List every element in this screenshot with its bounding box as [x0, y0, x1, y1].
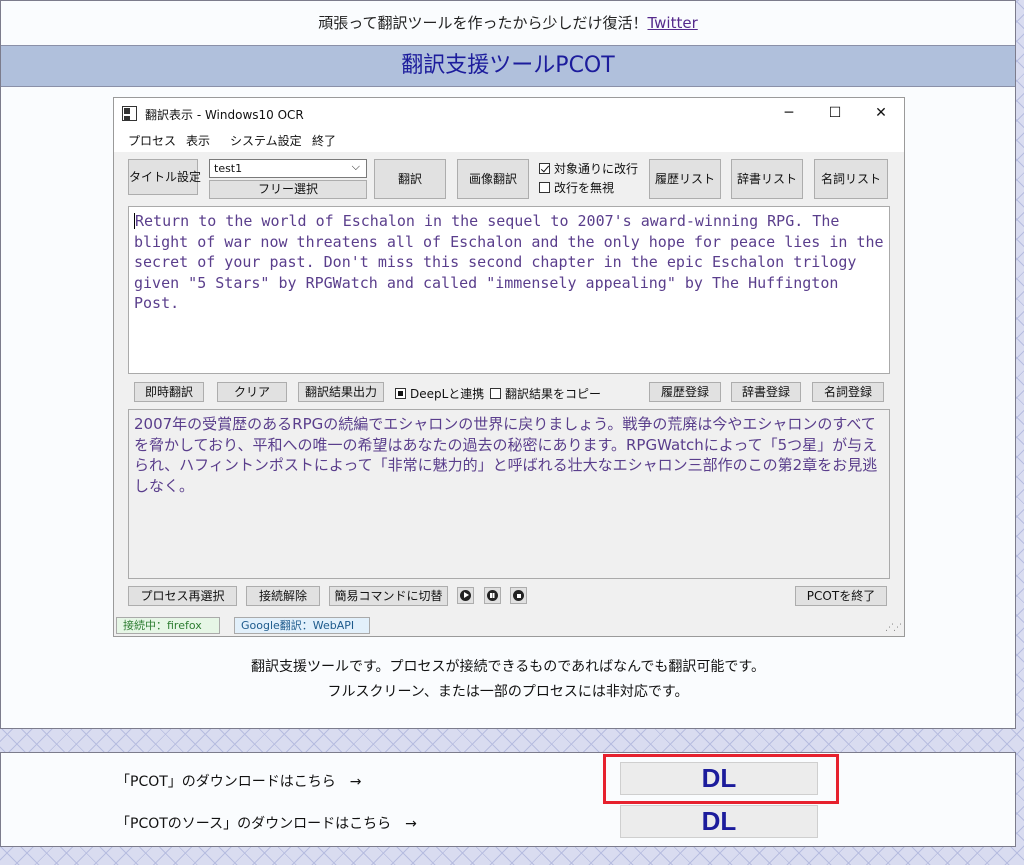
pause-button[interactable] [484, 587, 501, 604]
main-panel: 頑張って翻訳ツールを作ったから少しだけ復活！Twitter 翻訳支援ツールPCO… [0, 0, 1016, 729]
play-icon [460, 590, 471, 601]
pause-icon [487, 590, 498, 601]
page-title: 翻訳支援ツールPCOT [1, 45, 1015, 87]
copy-result-label: 翻訳結果をコピー [505, 387, 602, 401]
title-combo[interactable]: test1 ⌵ [209, 159, 367, 178]
resize-grip-icon[interactable]: ⋰⋰ [885, 623, 902, 633]
download-source-button[interactable]: DL [620, 805, 818, 838]
window-titlebar[interactable]: 翻訳表示 - Windows10 OCR ─ ☐ ✕ [114, 98, 904, 128]
menu-view[interactable]: 表示 [186, 132, 210, 149]
register-history-button[interactable]: 履歴登録 [649, 382, 721, 402]
minimize-icon[interactable]: ─ [774, 102, 804, 124]
connection-status: 接続中：firefox [116, 617, 220, 634]
image-translate-button[interactable]: 画像翻訳 [457, 159, 529, 199]
close-icon[interactable]: ✕ [866, 102, 896, 124]
checkbox-checked-icon [539, 163, 550, 174]
menu-exit[interactable]: 終了 [312, 132, 336, 149]
ignore-newline-checkbox[interactable]: 改行を無視 [539, 179, 614, 196]
history-list-button[interactable]: 履歴リスト [649, 159, 721, 199]
reselect-process-button[interactable]: プロセス再選択 [128, 586, 237, 606]
stop-icon [513, 590, 524, 601]
menu-system-settings[interactable]: システム設定 [230, 132, 302, 149]
twitter-link[interactable]: Twitter [647, 14, 697, 32]
output-result-button[interactable]: 翻訳結果出力 [298, 382, 384, 402]
clear-button[interactable]: クリア [217, 382, 287, 402]
title-combo-value: test1 [214, 162, 243, 175]
source-text-area[interactable]: Return to the world of Eschalon in the s… [128, 206, 890, 374]
exit-pcot-button[interactable]: PCOTを終了 [795, 586, 887, 606]
app-window: 翻訳表示 - Windows10 OCR ─ ☐ ✕ プロセス 表示 システム設… [113, 97, 905, 637]
copy-result-checkbox[interactable]: 翻訳結果をコピー [490, 385, 601, 402]
noun-list-button[interactable]: 名詞リスト [814, 159, 888, 199]
ignore-newline-label: 改行を無視 [554, 181, 615, 195]
announcement-text: 頑張って翻訳ツールを作ったから少しだけ復活！ [318, 14, 648, 32]
wrap-by-target-checkbox[interactable]: 対象通りに改行 [539, 160, 638, 177]
instant-translate-button[interactable]: 即時翻訳 [134, 382, 204, 402]
download-pcot-label: 「PCOT」のダウンロードはこちら → [116, 774, 362, 790]
checkbox-filled-icon [395, 388, 406, 399]
deepl-link-checkbox[interactable]: DeepLと連携 [395, 385, 484, 402]
menu-process[interactable]: プロセス [128, 132, 176, 149]
deepl-link-label: DeepLと連携 [410, 387, 485, 401]
simple-command-button[interactable]: 簡易コマンドに切替 [329, 586, 448, 606]
window-title: 翻訳表示 - Windows10 OCR [145, 108, 304, 122]
download-panel: 「PCOT」のダウンロードはこちら → DL 「PCOTのソース」のダウンロード… [0, 752, 1016, 847]
translated-text-area[interactable]: 2007年の受賞歴のあるRPGの続編でエシャロンの世界に戻りましょう。戦争の荒廃… [128, 409, 890, 579]
announcement: 頑張って翻訳ツールを作ったから少しだけ復活！Twitter [1, 1, 1015, 45]
dict-list-button[interactable]: 辞書リスト [731, 159, 803, 199]
engine-status: Google翻訳：WebAPI [234, 617, 370, 634]
description-line-1: 翻訳支援ツールです。プロセスが接続できるものであればなんでも翻訳可能です。 [250, 659, 766, 675]
checkbox-icon [490, 388, 501, 399]
translate-button[interactable]: 翻訳 [374, 159, 446, 199]
register-dict-button[interactable]: 辞書登録 [731, 382, 801, 402]
maximize-icon[interactable]: ☐ [820, 102, 850, 124]
menubar: プロセス 表示 システム設定 終了 [114, 128, 904, 152]
chevron-down-icon: ⌵ [351, 160, 360, 173]
disconnect-button[interactable]: 接続解除 [246, 586, 320, 606]
highlight-frame [603, 754, 839, 804]
stop-button[interactable] [510, 587, 527, 604]
status-bar: 接続中：firefox Google翻訳：WebAPI ⋰⋰ [114, 614, 904, 636]
wrap-by-target-label: 対象通りに改行 [554, 162, 639, 176]
checkbox-icon [539, 182, 550, 193]
title-setting-button[interactable]: タイトル設定 [128, 159, 201, 195]
register-noun-button[interactable]: 名詞登録 [812, 382, 884, 402]
free-select-button[interactable]: フリー選択 [209, 180, 367, 199]
play-button[interactable] [457, 587, 474, 604]
download-source-label: 「PCOTのソース」のダウンロードはこちら → [116, 816, 417, 832]
app-icon [122, 106, 137, 121]
description-line-2: フルスクリーン、または一部のプロセスには非対応です。 [327, 684, 689, 700]
